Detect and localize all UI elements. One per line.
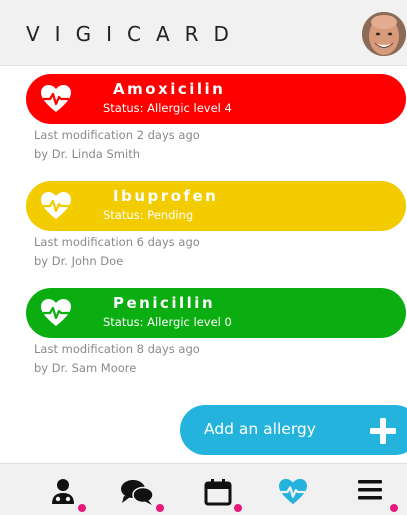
modified-by: by Dr. John Doe <box>34 254 124 268</box>
heartbeat-icon <box>41 192 71 219</box>
user-avatar[interactable] <box>362 12 406 56</box>
allergy-meta: Last modification 2 days ago by Dr. Lind… <box>34 126 334 164</box>
add-allergy-button[interactable]: Add an allergy <box>180 405 407 455</box>
app-title: VIGICARD <box>26 22 244 46</box>
heartbeat-icon <box>279 478 307 505</box>
allergy-meta: Last modification 8 days ago by Dr. Sam … <box>34 340 334 378</box>
allergy-card-amoxicilin[interactable]: Amoxicilin Status: Allergic level 4 <box>26 74 406 124</box>
last-modification: Last modification 6 days ago <box>34 235 200 249</box>
chat-icon <box>121 480 154 505</box>
allergy-meta: Last modification 6 days ago by Dr. John… <box>34 233 334 271</box>
app-header: VIGICARD <box>0 0 407 66</box>
nav-chat[interactable] <box>112 464 172 515</box>
allergy-status: Status: Allergic level 0 <box>103 315 232 329</box>
nav-allergies[interactable] <box>268 464 328 515</box>
doctor-icon <box>52 479 74 504</box>
modified-by: by Dr. Linda Smith <box>34 147 140 161</box>
calendar-icon <box>204 479 232 506</box>
heartbeat-icon <box>41 299 71 326</box>
heartbeat-icon <box>41 85 71 112</box>
notification-dot <box>234 504 242 512</box>
allergy-status: Status: Pending <box>103 208 194 222</box>
modified-by: by Dr. Sam Moore <box>34 361 137 375</box>
bottom-nav <box>0 463 407 515</box>
notification-dot <box>156 504 164 512</box>
allergy-name: Ibuprofen <box>113 187 219 205</box>
nav-doctor[interactable] <box>40 464 100 515</box>
menu-icon <box>358 480 382 500</box>
nav-menu[interactable] <box>348 464 407 515</box>
allergy-name: Amoxicilin <box>113 80 226 98</box>
notification-dot <box>390 504 398 512</box>
add-allergy-label: Add an allergy <box>204 420 316 438</box>
last-modification: Last modification 8 days ago <box>34 342 200 356</box>
allergy-card-ibuprofen[interactable]: Ibuprofen Status: Pending <box>26 181 406 231</box>
last-modification: Last modification 2 days ago <box>34 128 200 142</box>
allergy-status: Status: Allergic level 4 <box>103 101 232 115</box>
plus-icon <box>370 418 396 444</box>
allergy-name: Penicillin <box>113 294 216 312</box>
allergy-card-penicillin[interactable]: Penicillin Status: Allergic level 0 <box>26 288 406 338</box>
nav-calendar[interactable] <box>194 464 254 515</box>
notification-dot <box>78 504 86 512</box>
